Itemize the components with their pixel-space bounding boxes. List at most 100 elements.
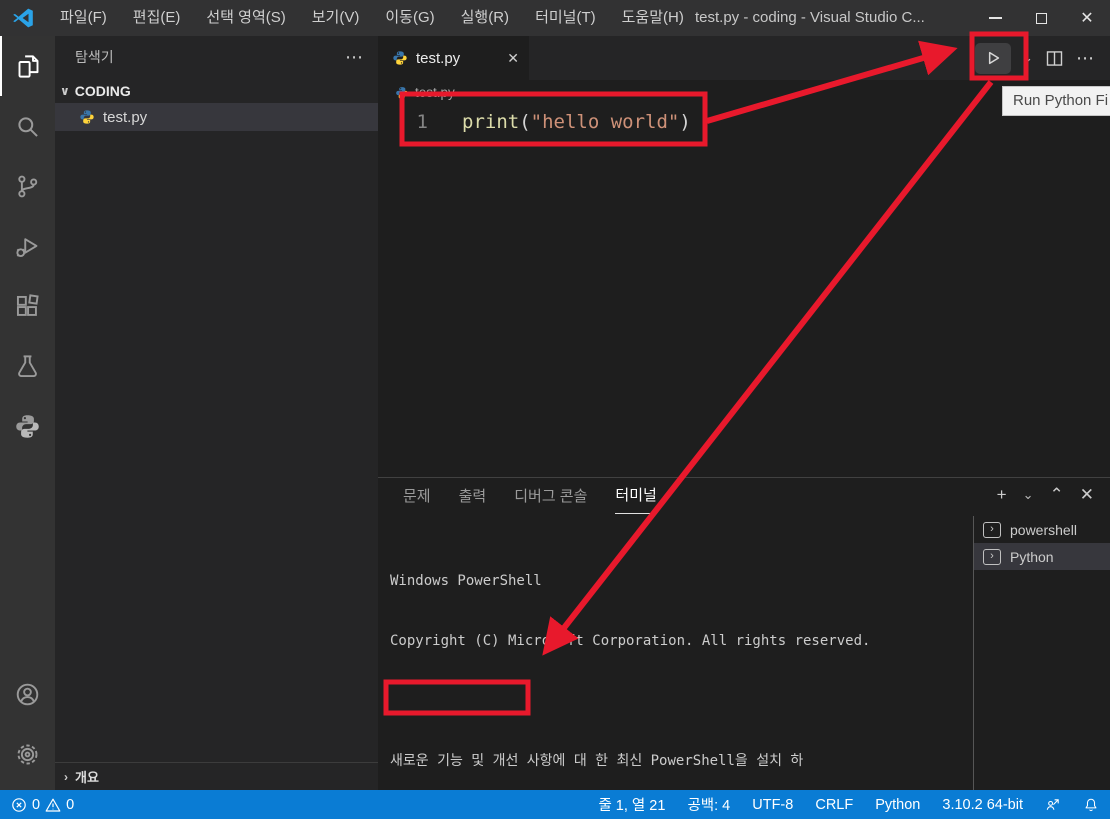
menu-run[interactable]: 실행(R) — [448, 0, 522, 36]
panel-tab-problems[interactable]: 문제 — [403, 478, 431, 514]
activitybar-search[interactable] — [0, 96, 55, 156]
activitybar-source-control[interactable] — [0, 156, 55, 216]
python-interpreter[interactable]: 3.10.2 64-bit — [942, 797, 1023, 813]
code-function-token: print — [462, 111, 519, 133]
sidebar-title: 탐색기 — [75, 47, 114, 67]
editor-more-actions-button[interactable]: ⋯ — [1076, 48, 1095, 69]
terminal-icon: › — [983, 522, 1001, 538]
run-debug-icon — [14, 233, 41, 260]
folder-row-coding[interactable]: ∨ CODING — [55, 78, 378, 103]
code-content: print("hello world") — [462, 111, 691, 133]
run-python-file-button[interactable] — [975, 43, 1011, 74]
language-mode[interactable]: Python — [875, 797, 920, 813]
problems-status[interactable]: 0 0 — [11, 797, 74, 813]
code-string-token: "hello world" — [531, 111, 680, 133]
window-title: test.py - coding - Visual Studio C... — [695, 0, 925, 36]
play-icon — [983, 48, 1003, 68]
code-paren-open: ( — [519, 111, 530, 133]
split-editor-icon — [1044, 48, 1065, 69]
outline-section[interactable]: › 개요 — [55, 762, 378, 790]
breadcrumb[interactable]: test.py — [378, 80, 1110, 105]
terminal-item-label: powershell — [1010, 522, 1077, 538]
file-row-testpy[interactable]: test.py — [55, 103, 378, 131]
python-file-icon — [79, 109, 95, 125]
python-file-icon — [395, 86, 409, 100]
indentation[interactable]: 공백: 4 — [687, 794, 730, 815]
panel-tab-output[interactable]: 출력 — [459, 478, 487, 514]
menu-go[interactable]: 이동(G) — [372, 0, 447, 36]
warning-icon — [45, 797, 61, 813]
chevron-right-icon: › — [64, 770, 68, 784]
panel-tab-terminal[interactable]: 터미널 — [615, 478, 656, 514]
encoding[interactable]: UTF-8 — [752, 797, 793, 813]
status-bar: 0 0 줄 1, 열 21 공백: 4 UTF-8 CRLF Python 3.… — [0, 790, 1110, 819]
maximize-button[interactable] — [1018, 0, 1064, 36]
close-button[interactable]: ✕ — [1064, 0, 1110, 36]
menu-edit[interactable]: 편집(E) — [120, 0, 194, 36]
activitybar-testing[interactable] — [0, 336, 55, 396]
explorer-sidebar: 탐색기 ⋯ ∨ CODING test.py › 개요 — [55, 36, 378, 790]
tab-label: test.py — [416, 50, 460, 67]
menu-help[interactable]: 도움말(H) — [609, 0, 697, 36]
cursor-position[interactable]: 줄 1, 열 21 — [598, 794, 665, 815]
activitybar-settings[interactable] — [0, 724, 55, 784]
menu-terminal[interactable]: 터미널(T) — [522, 0, 609, 36]
warning-count: 0 — [66, 797, 74, 813]
gear-icon — [14, 741, 41, 768]
terminal-profile-chevron-icon[interactable]: ⌄ — [1023, 487, 1034, 503]
terminal-output[interactable]: Windows PowerShell Copyright (C) Microso… — [390, 531, 901, 819]
menu-view[interactable]: 보기(V) — [299, 0, 373, 36]
terminal-item-python[interactable]: › Python — [974, 543, 1110, 570]
tab-bar: test.py ✕ ⌄ ⋯ — [378, 36, 1110, 80]
tab-testpy[interactable]: test.py ✕ — [378, 36, 530, 80]
terminal-line — [390, 691, 901, 711]
editor-actions: ⌄ ⋯ — [975, 43, 1110, 74]
account-icon — [14, 681, 41, 708]
run-dropdown-chevron-icon[interactable]: ⌄ — [1022, 50, 1033, 66]
feedback-icon[interactable] — [1045, 797, 1061, 813]
beaker-icon — [14, 353, 41, 380]
activitybar-extensions[interactable] — [0, 276, 55, 336]
run-button-tooltip: Run Python Fi — [1002, 86, 1110, 116]
search-icon — [14, 113, 41, 140]
error-icon — [11, 797, 27, 813]
maximize-icon — [1036, 13, 1047, 24]
code-line-1[interactable]: 1 print("hello world") — [378, 108, 1110, 136]
eol-sequence[interactable]: CRLF — [815, 797, 853, 813]
breadcrumb-file: test.py — [415, 85, 455, 100]
activity-bar — [0, 36, 55, 790]
menu-file[interactable]: 파일(F) — [47, 0, 120, 36]
terminal-line: 새로운 기능 및 개선 사항에 대 한 최신 PowerShell을 설치 하 — [390, 751, 901, 771]
activitybar-account[interactable] — [0, 664, 55, 724]
git-branch-icon — [14, 173, 41, 200]
code-paren-close: ) — [679, 111, 690, 133]
activitybar-bottom — [0, 664, 55, 784]
panel-tab-debug-console[interactable]: 디버그 콘솔 — [514, 478, 587, 514]
activitybar-run-debug[interactable] — [0, 216, 55, 276]
vscode-logo-icon — [11, 6, 35, 30]
minimize-button[interactable] — [972, 0, 1018, 36]
sidebar-header: 탐색기 ⋯ — [55, 36, 378, 78]
minimize-icon — [989, 17, 1002, 19]
new-terminal-button[interactable]: + — [997, 485, 1007, 505]
extensions-icon — [14, 293, 41, 320]
sidebar-more-button[interactable]: ⋯ — [345, 47, 364, 68]
bell-icon[interactable] — [1083, 797, 1099, 813]
menu-selection[interactable]: 선택 영역(S) — [193, 0, 298, 36]
maximize-panel-button[interactable]: ⌃ — [1050, 485, 1064, 505]
activitybar-python[interactable] — [0, 396, 55, 456]
vscode-window: 파일(F) 편집(E) 선택 영역(S) 보기(V) 이동(G) 실행(R) 터… — [0, 0, 1110, 819]
activitybar-explorer[interactable] — [0, 36, 55, 96]
terminal-line: Copyright (C) Microsoft Corporation. All… — [390, 631, 901, 651]
terminal-item-powershell[interactable]: › powershell — [974, 516, 1110, 543]
tab-close-icon[interactable]: ✕ — [507, 50, 519, 67]
folder-name: CODING — [75, 83, 131, 99]
outline-label: 개요 — [75, 767, 99, 786]
chevron-expand-icon: ∨ — [60, 84, 70, 98]
files-icon — [15, 53, 42, 80]
split-editor-button[interactable] — [1044, 48, 1065, 69]
close-panel-button[interactable]: ✕ — [1080, 485, 1094, 505]
window-controls: ✕ — [972, 0, 1110, 36]
editor-group: test.py ✕ ⌄ ⋯ test.py 1 print("hello wor… — [378, 36, 1110, 477]
panel-actions: + ⌄ ⌃ ✕ — [997, 485, 1094, 505]
